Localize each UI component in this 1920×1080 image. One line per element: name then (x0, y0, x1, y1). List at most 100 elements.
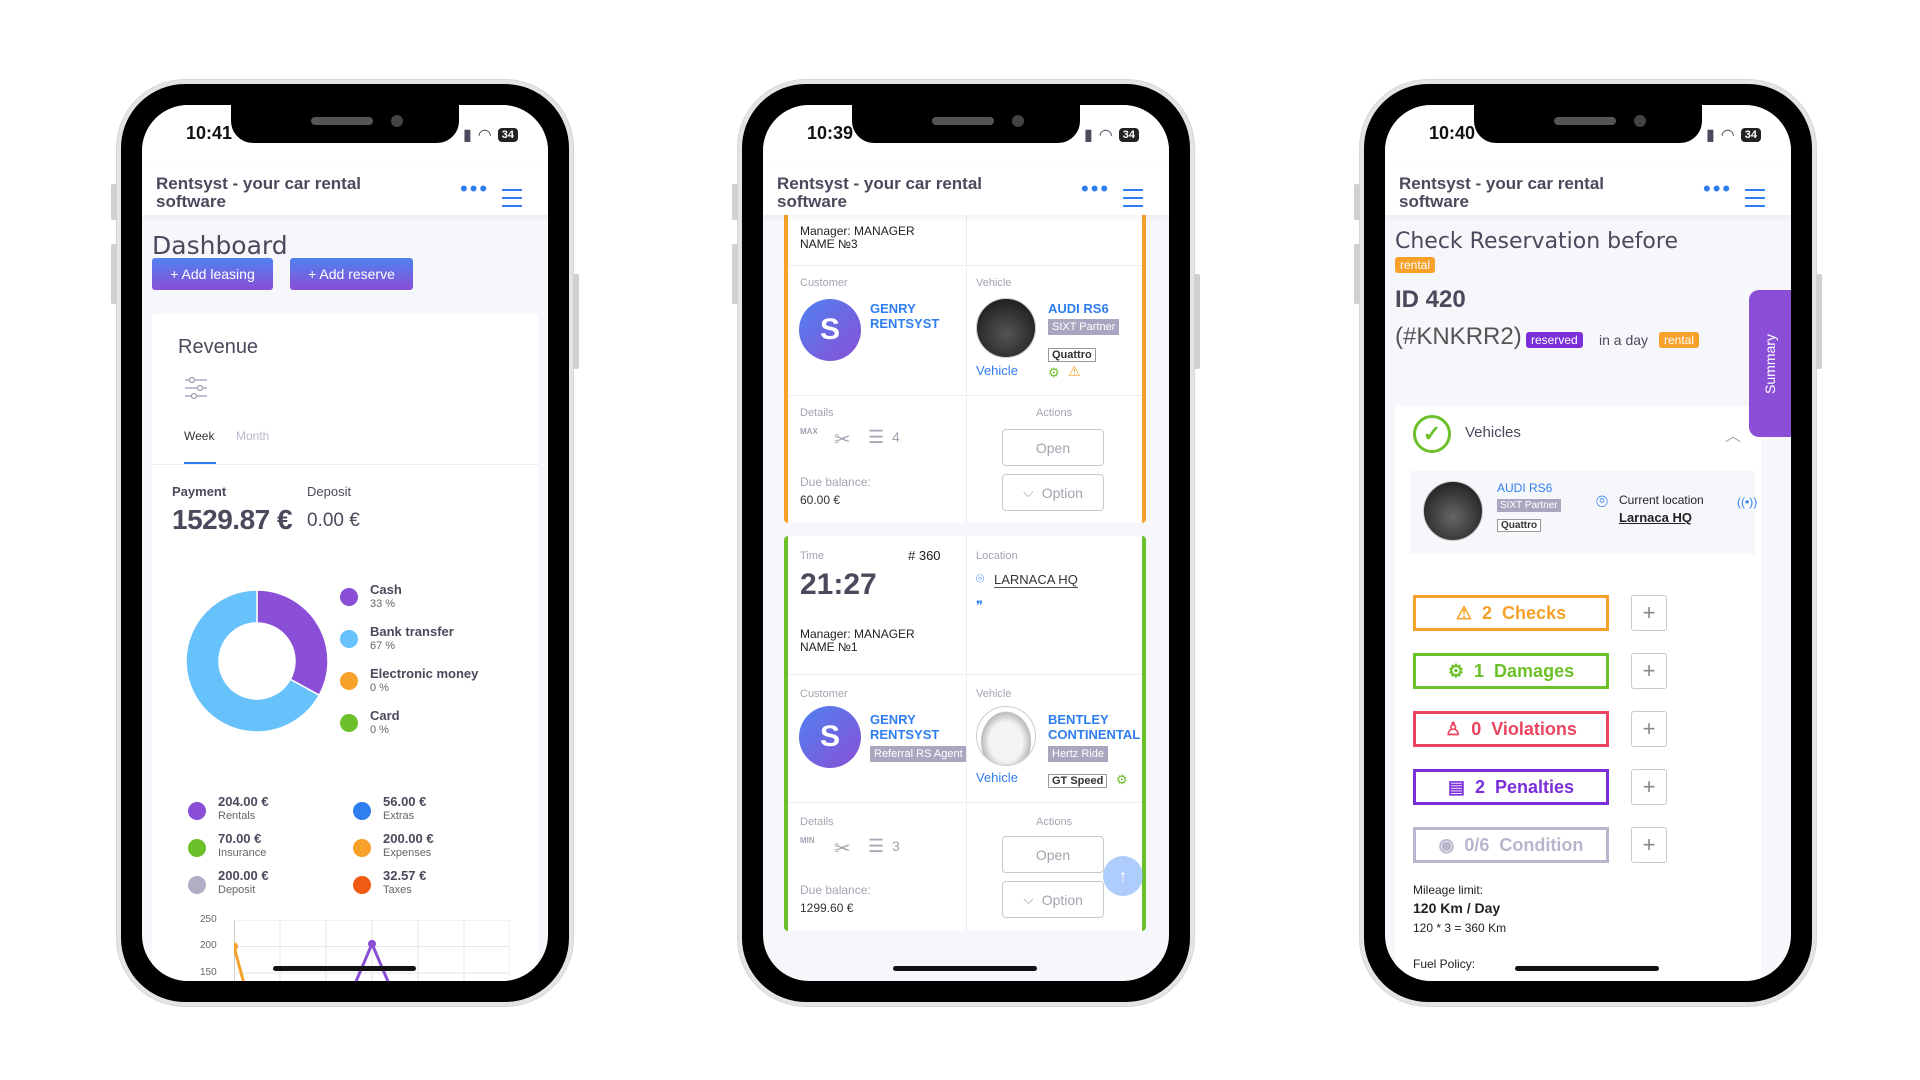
tab-month[interactable]: Month (236, 429, 269, 443)
summary-tab[interactable]: Summary (1749, 290, 1791, 437)
wifi-icon: ◠ (1720, 127, 1735, 144)
checks-button[interactable]: ⚠ 2 Checks (1413, 595, 1609, 631)
line-series-0 (234, 946, 245, 981)
app-title: Rentsyst - your car rental software (1399, 174, 1605, 211)
app-header: Rentsyst - your car rental software ••• (763, 163, 1169, 215)
customer-link[interactable]: GENRY RENTSYST (870, 301, 950, 331)
officer-icon: ♙ (1445, 718, 1462, 739)
customer-link[interactable]: GENRY RENTSYST (870, 712, 950, 742)
vehicle-name[interactable]: AUDI RS6 (1048, 301, 1109, 316)
extras-value: 56.00 € (383, 794, 427, 809)
scroll-top-button[interactable]: ↑ (1103, 856, 1143, 896)
option-button[interactable]: ⌵ Option (1002, 881, 1104, 918)
pickup-time: 21:27 (800, 568, 877, 601)
violations-button[interactable]: ♙ 0 Violations (1413, 711, 1609, 747)
notes-icon: ☰ (868, 427, 885, 447)
menu-icon[interactable] (1745, 189, 1765, 213)
signal-icon: ▮ (1705, 127, 1715, 144)
payment-donut-chart (185, 589, 329, 733)
car-wrench-icon: ⚙ (1447, 660, 1465, 681)
battery-icon: 34 (1740, 128, 1761, 142)
due-balance: 1299.60 € (800, 901, 854, 915)
tools-icon: ✂ (834, 838, 851, 860)
mileage-calc: 120 * 3 = 360 Km (1413, 921, 1507, 935)
location-link[interactable]: LARNACA HQ (994, 572, 1078, 588)
menu-icon[interactable] (502, 189, 522, 213)
vehicle-link[interactable]: Vehicle (976, 363, 1018, 378)
location-pin-icon: ⌾ (976, 570, 985, 586)
max-icon: MAX (800, 427, 818, 436)
app-title: Rentsyst - your car rental software (777, 174, 983, 211)
vehicles-heading: Vehicles (1465, 424, 1521, 441)
payment-value: 1529.87 € (172, 504, 293, 535)
title-badge: rental (1395, 257, 1436, 273)
mileage-label: Mileage limit: (1413, 883, 1484, 897)
add-reserve-button[interactable]: + Add reserve (290, 258, 413, 290)
current-location-link[interactable]: Larnaca HQ (1619, 510, 1692, 525)
revenue-card: Revenue Week Month Payment 1529.87 € Dep… (152, 314, 538, 981)
add-penalty-button[interactable]: + (1631, 769, 1667, 805)
vehicle-tag: SIXT Partner (1048, 319, 1120, 335)
manager-name: Manager: MANAGER NAME №3 (800, 224, 915, 251)
more-icon[interactable]: ••• (1703, 178, 1732, 200)
notes-icon: ☰ (868, 836, 885, 856)
screen: 10:41 ▮ ◠ 34 Rentsyst - your car rental so… (142, 105, 548, 981)
legend-dot (340, 714, 358, 732)
add-violation-button[interactable]: + (1631, 711, 1667, 747)
app-header: Rentsyst - your car rental software ••• (1385, 163, 1791, 215)
battery-icon: 34 (497, 128, 518, 142)
clipboard-icon: ▤ (1447, 776, 1465, 797)
rentals-value: 204.00 € (218, 794, 269, 809)
line-point (368, 939, 376, 948)
vehicle-tag: Hertz Ride (1048, 746, 1108, 762)
option-button[interactable]: ⌵ Option (1002, 474, 1104, 511)
filter-icon[interactable] (184, 376, 208, 400)
vehicle-photo (1423, 481, 1483, 541)
comment-icon[interactable]: ❞ (976, 598, 983, 614)
deposit-value: 0.00 € (307, 510, 360, 531)
tools-icon: ✂ (834, 429, 851, 451)
more-icon[interactable]: ••• (460, 178, 489, 200)
reservation-number: # 360 (908, 548, 941, 563)
vehicle-link[interactable]: Vehicle (976, 770, 1018, 785)
car-wrench-icon: ⚙ (1116, 772, 1128, 787)
vehicle-tag: SIXT Partner (1497, 499, 1561, 512)
y-tick: 150 (200, 967, 217, 978)
clock: 10:41 (186, 123, 233, 143)
tab-week[interactable]: Week (184, 429, 214, 443)
menu-icon[interactable] (1123, 189, 1143, 213)
phone-dashboard: 10:41 ▮ ◠ 34 Rentsyst - your car rental so… (111, 80, 579, 1006)
battery-icon: 34 (1118, 128, 1139, 142)
vehicle-name[interactable]: BENTLEY CONTINENTAL (1048, 712, 1143, 742)
rental-badge: rental (1659, 332, 1700, 348)
condition-button[interactable]: ◉ 0/6 Condition (1413, 827, 1609, 863)
add-condition-button[interactable]: + (1631, 827, 1667, 863)
vehicle-row[interactable]: AUDI RS6 SIXT Partner Quattro ⌾ Current … (1410, 471, 1757, 554)
more-icon[interactable]: ••• (1081, 178, 1110, 200)
legend-dot (340, 630, 358, 648)
damages-button[interactable]: ⚙ 1 Damages (1413, 653, 1609, 689)
camera-icon: ◉ (1438, 834, 1455, 855)
open-button[interactable]: Open (1002, 429, 1104, 466)
vehicle-photo (976, 298, 1036, 358)
vehicle-name[interactable]: AUDI RS6 (1497, 481, 1552, 495)
wifi-icon: ◠ (1098, 127, 1113, 144)
add-damage-button[interactable]: + (1631, 653, 1667, 689)
tracking-signal-icon[interactable]: ((•)) (1737, 495, 1757, 509)
deposit-total-value: 200.00 € (218, 868, 269, 883)
page-title: Check Reservation before (1395, 229, 1678, 254)
mileage-value: 120 Km / Day (1413, 900, 1501, 916)
warning-icon: ⚠ (1455, 602, 1473, 623)
expenses-value: 200.00 € (383, 831, 434, 846)
chevron-up-icon[interactable]: ︿ (1725, 422, 1741, 446)
add-leasing-button[interactable]: + Add leasing (152, 258, 273, 290)
donut-slice-cash (256, 589, 329, 697)
payment-label: Payment (172, 484, 227, 499)
open-button[interactable]: Open (1002, 836, 1104, 873)
penalties-button[interactable]: ▤ 2 Penalties (1413, 769, 1609, 805)
add-check-button[interactable]: + (1631, 595, 1667, 631)
legend-dot (340, 588, 358, 606)
fuel-policy-label: Fuel Policy: (1413, 957, 1476, 971)
home-indicator (273, 966, 416, 971)
notch (231, 105, 459, 143)
